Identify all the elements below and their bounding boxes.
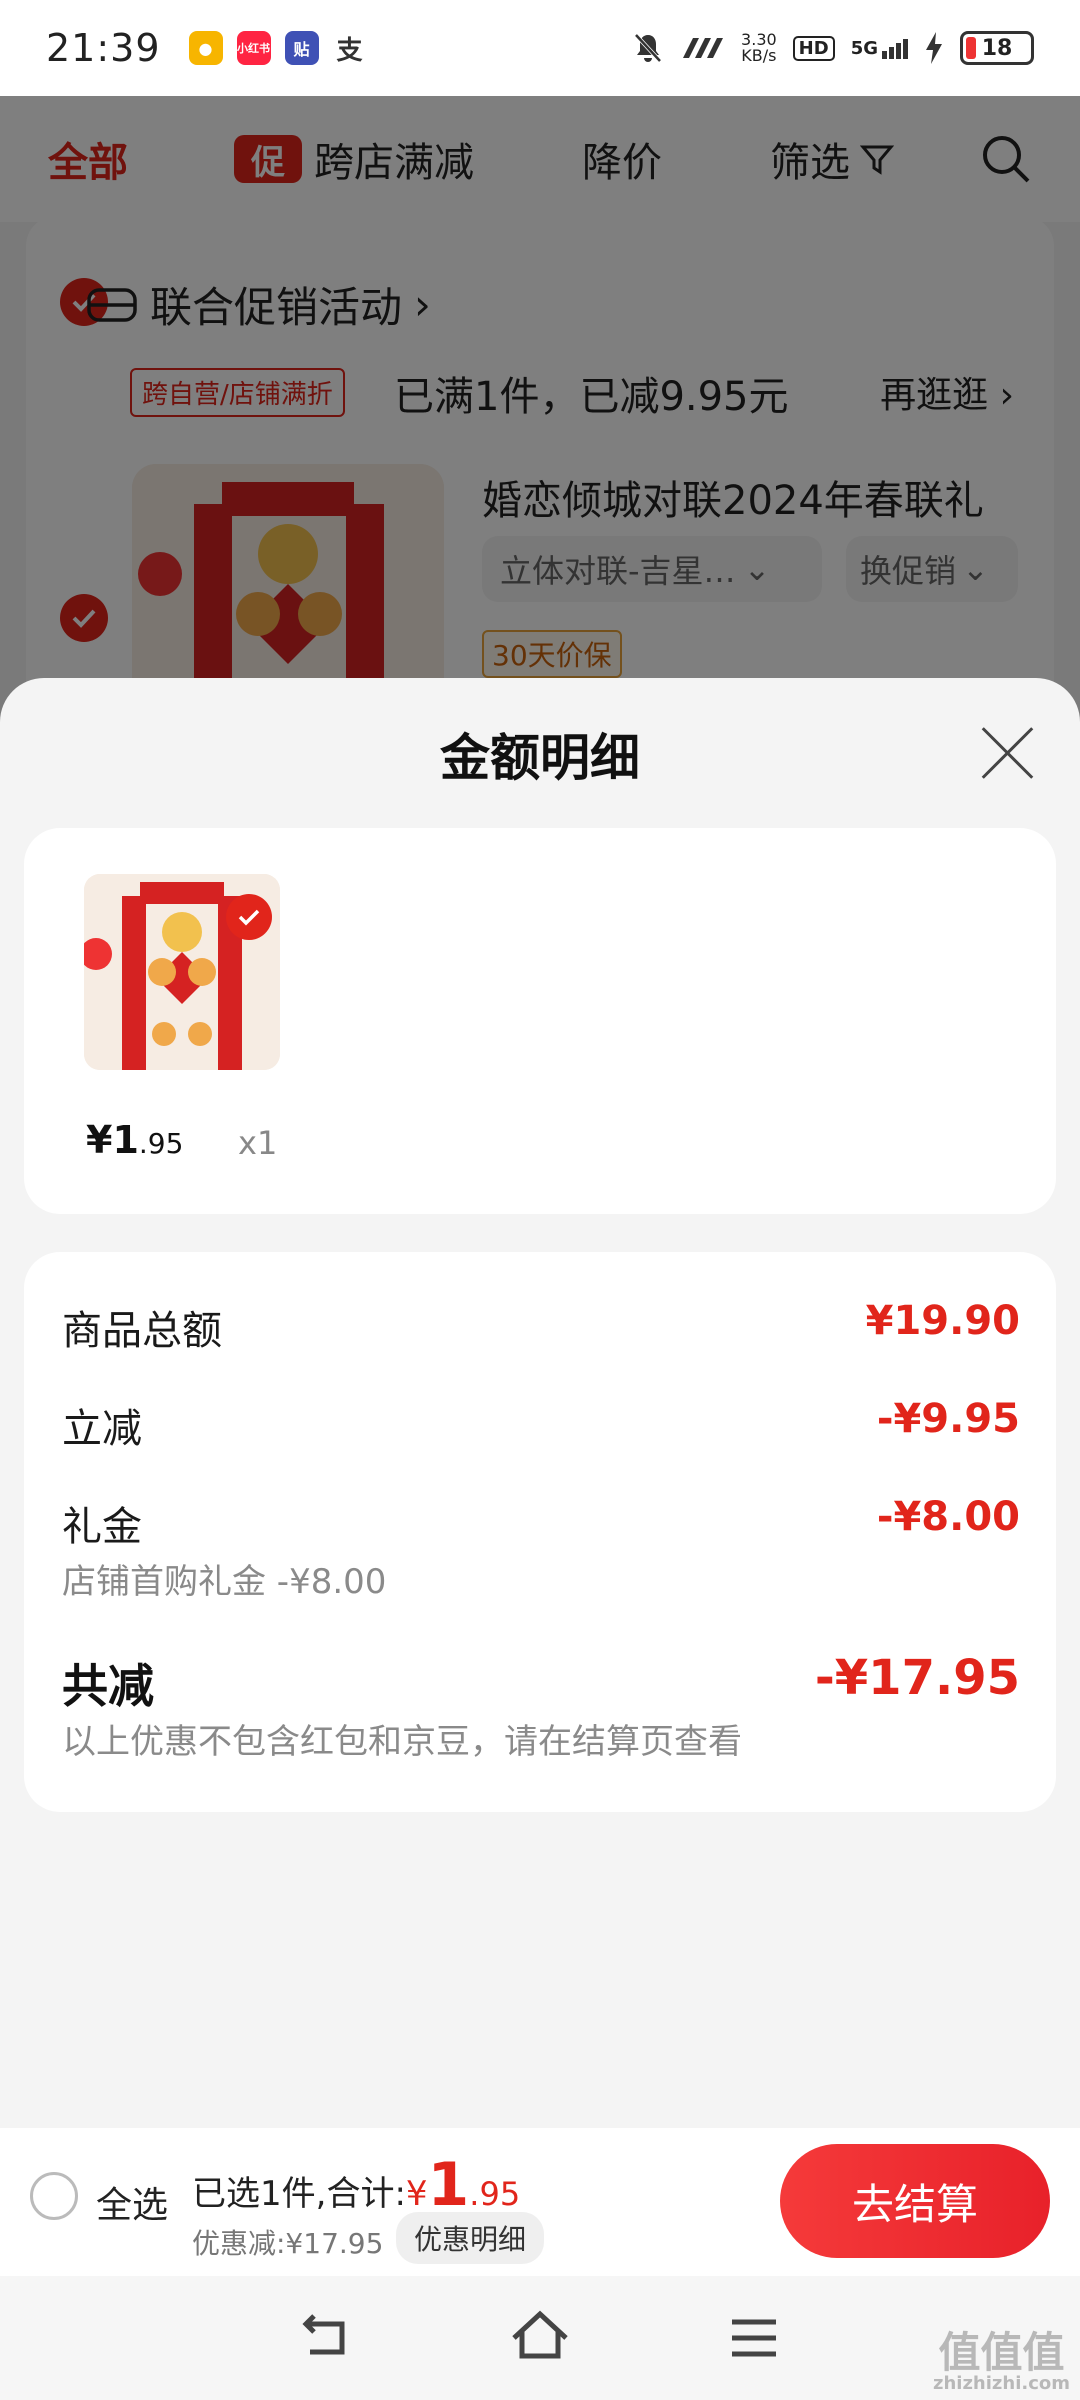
total-discount-label: 共减 [62, 1659, 154, 1713]
app-icon-1: ● [188, 31, 223, 65]
total-discount-value: -¥17.95 [814, 1650, 1020, 1706]
gift-money-label: 礼金 [62, 1504, 142, 1550]
total-amount-int: 1 [427, 2150, 470, 2220]
row-goods-total: 商品总额 ¥19.90 [62, 1298, 1020, 1356]
battery-icon: 18 [960, 31, 1034, 65]
total-amount: ¥1.95 [405, 2150, 521, 2220]
network-speed: 3.30 KB/s [741, 32, 777, 64]
amount-breakdown-card: 商品总额 ¥19.90 立减 -¥9.95 礼金 -¥8.00 店铺首购礼金 -… [24, 1252, 1056, 1812]
watermark-sub: zhizhizhi.com [932, 2373, 1070, 2394]
charging-icon [926, 32, 942, 64]
alipay-icon: 支 [332, 31, 367, 66]
xiaohongshu-icon: 小红书 [236, 31, 271, 65]
notification-icons: ● 小红书 贴 支 [188, 31, 367, 66]
home-icon [512, 2310, 568, 2359]
item-quantity: x1 [238, 1124, 278, 1162]
row-gift-money: 礼金 -¥8.00 [62, 1494, 1020, 1552]
checkout-button[interactable]: 去结算 [780, 2144, 1050, 2258]
checkmark-icon [238, 909, 260, 926]
watermark-text: 值值值 [938, 2328, 1065, 2377]
saved-amount: 优惠减:¥17.95 [192, 2227, 384, 2260]
sheet-title: 金额明细 [440, 729, 640, 787]
instant-discount-label: 立减 [62, 1406, 142, 1452]
instant-discount-value: -¥9.95 [876, 1396, 1020, 1442]
item-thumbnail[interactable] [84, 874, 280, 1070]
item-price: ¥1.95 [86, 1118, 183, 1162]
item-selected-check [226, 894, 272, 940]
battery-level: 18 [981, 35, 1013, 61]
checkout-bar: 全选 已选1件,合计:¥1.95 优惠减:¥17.95 优惠明细 去结算 [0, 2128, 1080, 2276]
mute-bell-icon [634, 33, 662, 63]
close-button[interactable] [978, 724, 1036, 782]
menu-icon [732, 2319, 776, 2357]
selected-summary: 已选1件,合计:¥1.95 [192, 2150, 520, 2220]
hotspot-icon [683, 38, 724, 58]
gift-money-detail: 店铺首购礼金 -¥8.00 [62, 1562, 387, 1602]
signal-icon: 5G [851, 38, 908, 59]
status-right: 3.30 KB/s HD 5G 18 [633, 31, 1034, 65]
back-button[interactable] [294, 2306, 358, 2370]
amount-detail-sheet: 金额明细 ¥1.95 x1 商品总额 ¥19.90 立减 -¥9.95 礼金 -… [0, 678, 1080, 2130]
total-currency: ¥ [405, 2174, 428, 2214]
site-watermark: 值值值 zhizhizhi.com [933, 2332, 1070, 2394]
select-all-radio[interactable] [30, 2172, 78, 2220]
discount-detail-button[interactable]: 优惠明细 [396, 2212, 545, 2264]
menu-button[interactable] [722, 2306, 786, 2370]
discount-note: 以上优惠不包含红包和京豆，请在结算页查看 [62, 1722, 742, 1762]
select-all-label[interactable]: 全选 [96, 2176, 168, 2228]
tieba-icon: 贴 [284, 31, 319, 65]
status-bar: 21:39 ● 小红书 贴 支 3.30 KB/s HD 5G 18 [0, 0, 1080, 96]
net-speed-unit: KB/s [741, 46, 777, 65]
row-instant-discount: 立减 -¥9.95 [62, 1396, 1020, 1454]
goods-total-value: ¥19.90 [865, 1298, 1020, 1344]
back-icon [302, 2314, 345, 2355]
system-nav-bar: 值值值 zhizhizhi.com [0, 2276, 1080, 2400]
gift-money-value: -¥8.00 [876, 1494, 1020, 1540]
hd-badge: HD [792, 35, 835, 61]
status-time: 21:39 [46, 26, 161, 70]
selected-count-text: 已选1件,合计: [192, 2174, 406, 2214]
signal-label: 5G [850, 37, 878, 59]
row-total-discount: 共减 -¥17.95 [62, 1650, 1020, 1716]
total-amount-dec: .95 [469, 2175, 521, 2213]
home-button[interactable] [508, 2306, 572, 2370]
item-price-int: ¥1 [86, 1118, 139, 1162]
goods-total-label: 商品总额 [62, 1308, 222, 1354]
selected-items-card: ¥1.95 x1 [24, 828, 1056, 1214]
item-price-dec: .95 [138, 1127, 184, 1160]
